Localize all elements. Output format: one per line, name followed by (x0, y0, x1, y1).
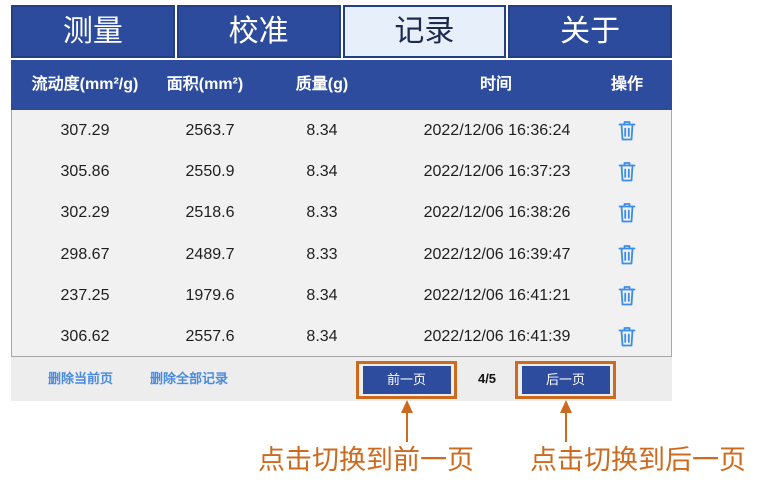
cell-area: 2550.9 (185, 163, 235, 181)
column-header-area: 面积(mm²) (166, 76, 244, 93)
tab-calibrate[interactable]: 校准 (176, 5, 341, 58)
cell-area: 2557.6 (185, 328, 235, 345)
tab-about[interactable]: 关于 (508, 5, 672, 58)
trash-icon (618, 162, 636, 182)
cell-area: 2563.7 (185, 122, 235, 139)
cell-flow: 307.29 (60, 122, 110, 139)
cell-mass: 8.34 (306, 122, 338, 139)
table-row: 298.67 2489.7 8.33 2022/12/06 16:39:47 (12, 234, 671, 275)
trash-icon (618, 327, 636, 347)
column-header-time: 时间 (479, 76, 513, 93)
tab-records[interactable]: 记录 (342, 5, 507, 58)
table-header: 流动度(mm²/g) 面积(mm²) 质量(g) 时间 操作 (11, 60, 672, 110)
next-page-highlight: 后一页 (515, 361, 616, 399)
trash-icon (618, 203, 636, 223)
column-header-flow: 流动度(mm²/g) (31, 76, 139, 93)
table-body: 307.29 2563.7 8.34 2022/12/06 16:36:24 3… (11, 110, 672, 357)
cell-mass: 8.34 (306, 286, 338, 304)
cell-flow: 302.29 (60, 204, 110, 222)
delete-row-button[interactable] (618, 120, 636, 141)
trash-icon (618, 244, 636, 264)
table-row: 305.86 2550.9 8.34 2022/12/06 16:37:23 (12, 151, 671, 192)
cell-time: 2022/12/06 16:37:23 (423, 163, 571, 181)
table-row: 302.29 2518.6 8.33 2022/12/06 16:38:26 (12, 192, 671, 233)
delete-row-button[interactable] (618, 161, 636, 182)
next-page-button[interactable]: 后一页 (521, 366, 610, 394)
cell-time: 2022/12/06 16:36:24 (423, 122, 571, 139)
table-row: 237.25 1979.6 8.34 2022/12/06 16:41:21 (12, 275, 671, 316)
delete-row-button[interactable] (618, 244, 636, 265)
cell-area: 2489.7 (185, 245, 235, 263)
cell-mass: 8.34 (306, 328, 338, 345)
cell-mass: 8.34 (306, 163, 338, 181)
trash-icon (618, 285, 636, 306)
cell-flow: 305.86 (60, 163, 110, 181)
trash-icon (618, 121, 636, 141)
column-header-action: 操作 (610, 76, 644, 93)
cell-time: 2022/12/06 16:41:21 (423, 286, 571, 304)
cell-mass: 8.33 (306, 245, 338, 263)
prev-page-highlight: 前一页 (356, 361, 457, 399)
page-indicator: 4/5 (477, 371, 497, 386)
table-row: 306.62 2557.6 8.34 2022/12/06 16:41:39 (12, 316, 671, 357)
cell-area: 1979.6 (185, 286, 235, 304)
cell-time: 2022/12/06 16:41:39 (423, 328, 571, 345)
cell-flow: 306.62 (60, 328, 110, 345)
column-header-mass: 质量(g) (295, 76, 349, 93)
cell-mass: 8.33 (306, 204, 338, 222)
cell-area: 2518.6 (185, 204, 235, 222)
table-row: 307.29 2563.7 8.34 2022/12/06 16:36:24 (12, 110, 671, 151)
cell-time: 2022/12/06 16:39:47 (423, 245, 571, 263)
cell-flow: 298.67 (60, 245, 110, 263)
delete-current-page-link[interactable]: 删除当前页 (48, 357, 113, 401)
arrow-up-icon (560, 400, 572, 442)
cell-flow: 237.25 (60, 286, 110, 304)
cell-time: 2022/12/06 16:38:26 (423, 204, 571, 222)
delete-row-button[interactable] (618, 285, 636, 306)
delete-row-button[interactable] (618, 326, 636, 347)
delete-row-button[interactable] (618, 202, 636, 223)
tab-bar: 测量 校准 记录 关于 (11, 5, 672, 58)
table-footer: 删除当前页 删除全部记录 前一页 4/5 后一页 (11, 357, 672, 401)
arrow-up-icon (401, 400, 413, 442)
delete-all-records-link[interactable]: 删除全部记录 (150, 357, 228, 401)
tab-measure[interactable]: 测量 (11, 5, 175, 58)
records-table: 流动度(mm²/g) 面积(mm²) 质量(g) 时间 操作 307.29 25… (11, 60, 672, 357)
next-page-hint: 点击切换到后一页 (530, 445, 746, 476)
prev-page-hint: 点击切换到前一页 (258, 445, 474, 476)
prev-page-button[interactable]: 前一页 (362, 366, 451, 394)
